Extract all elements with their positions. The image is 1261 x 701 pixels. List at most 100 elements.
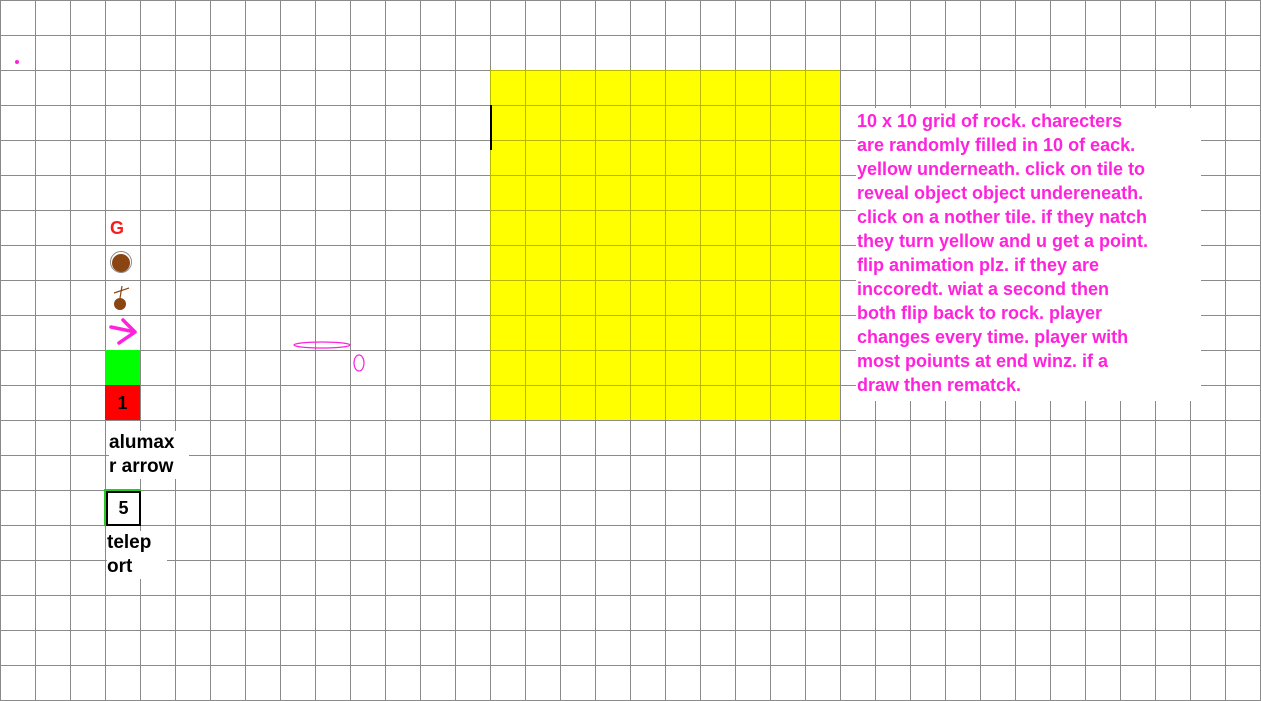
board-tile[interactable] — [595, 350, 630, 385]
board-tile[interactable] — [770, 280, 805, 315]
board-tile[interactable] — [735, 280, 770, 315]
board-tile[interactable] — [525, 105, 560, 140]
board-tile[interactable] — [735, 350, 770, 385]
board-tile[interactable] — [560, 70, 595, 105]
board-tile[interactable] — [595, 175, 630, 210]
board-tile[interactable] — [490, 175, 525, 210]
board-tile[interactable] — [805, 315, 840, 350]
board-tile[interactable] — [770, 385, 805, 420]
board-tile[interactable] — [700, 245, 735, 280]
board-tile[interactable] — [630, 140, 665, 175]
board-tile[interactable] — [595, 210, 630, 245]
board-tile[interactable] — [490, 140, 525, 175]
board-tile[interactable] — [805, 105, 840, 140]
board-tile[interactable] — [700, 210, 735, 245]
board-tile[interactable] — [525, 385, 560, 420]
board-tile[interactable] — [700, 385, 735, 420]
board-tile[interactable] — [560, 385, 595, 420]
board-tile[interactable] — [595, 140, 630, 175]
board-tile[interactable] — [700, 350, 735, 385]
board-tile[interactable] — [700, 315, 735, 350]
board-tile[interactable] — [525, 350, 560, 385]
board-tile[interactable] — [595, 245, 630, 280]
board-tile[interactable] — [805, 175, 840, 210]
board-tile[interactable] — [805, 70, 840, 105]
board-tile[interactable] — [630, 315, 665, 350]
board-tile[interactable] — [525, 140, 560, 175]
board-tile[interactable] — [805, 140, 840, 175]
board-tile[interactable] — [560, 315, 595, 350]
board-tile[interactable] — [630, 175, 665, 210]
board-tile[interactable] — [560, 140, 595, 175]
board-tile[interactable] — [665, 280, 700, 315]
board-tile[interactable] — [490, 315, 525, 350]
board-tile[interactable] — [490, 210, 525, 245]
board-tile[interactable] — [630, 210, 665, 245]
board-tile[interactable] — [630, 245, 665, 280]
board-tile[interactable] — [665, 105, 700, 140]
board-tile[interactable] — [560, 280, 595, 315]
board-tile[interactable] — [735, 210, 770, 245]
board-tile[interactable] — [770, 350, 805, 385]
board-tile[interactable] — [665, 385, 700, 420]
board-tile[interactable] — [805, 210, 840, 245]
board-tile[interactable] — [665, 350, 700, 385]
board-tile[interactable] — [700, 280, 735, 315]
board-tile[interactable] — [700, 105, 735, 140]
board-tile[interactable] — [735, 245, 770, 280]
board-tile[interactable] — [560, 245, 595, 280]
board-tile[interactable] — [630, 350, 665, 385]
board-tile[interactable] — [805, 280, 840, 315]
board-tile[interactable] — [490, 280, 525, 315]
board-tile[interactable] — [735, 175, 770, 210]
board-tile[interactable] — [735, 105, 770, 140]
board-tile[interactable] — [665, 175, 700, 210]
board-tile[interactable] — [805, 245, 840, 280]
board-tile[interactable] — [560, 350, 595, 385]
board-tile[interactable] — [770, 210, 805, 245]
board-tile[interactable] — [630, 385, 665, 420]
board-tile[interactable] — [630, 105, 665, 140]
board-tile[interactable] — [805, 350, 840, 385]
board-tile[interactable] — [700, 140, 735, 175]
board-tile[interactable] — [770, 315, 805, 350]
board-tile[interactable] — [595, 105, 630, 140]
board-tile[interactable] — [665, 315, 700, 350]
board-tile[interactable] — [560, 210, 595, 245]
board-tile[interactable] — [805, 385, 840, 420]
board-tile[interactable] — [665, 210, 700, 245]
board-tile[interactable] — [735, 140, 770, 175]
board-tile[interactable] — [770, 140, 805, 175]
board-tile[interactable] — [770, 70, 805, 105]
board-tile[interactable] — [595, 70, 630, 105]
board-tile[interactable] — [735, 385, 770, 420]
board-tile[interactable] — [490, 350, 525, 385]
board-tile[interactable] — [770, 105, 805, 140]
board-tile[interactable] — [560, 105, 595, 140]
board-tile[interactable] — [525, 70, 560, 105]
board-tile[interactable] — [700, 175, 735, 210]
board-tile[interactable] — [770, 175, 805, 210]
board-tile[interactable] — [525, 210, 560, 245]
board-tile[interactable] — [525, 280, 560, 315]
board-tile[interactable] — [525, 175, 560, 210]
board-tile[interactable] — [595, 280, 630, 315]
board-tile[interactable] — [560, 175, 595, 210]
board-tile[interactable] — [595, 385, 630, 420]
board-tile[interactable] — [665, 140, 700, 175]
board-tile[interactable] — [490, 70, 525, 105]
board-tile[interactable] — [525, 245, 560, 280]
board-tile[interactable] — [700, 70, 735, 105]
board-tile[interactable] — [665, 70, 700, 105]
board-tile[interactable] — [630, 280, 665, 315]
board-tile[interactable] — [595, 315, 630, 350]
board-tile[interactable] — [525, 315, 560, 350]
board-tile[interactable] — [770, 245, 805, 280]
rock-grid[interactable] — [490, 70, 840, 420]
board-tile[interactable] — [630, 70, 665, 105]
board-tile[interactable] — [490, 245, 525, 280]
board-tile[interactable] — [490, 385, 525, 420]
board-tile[interactable] — [735, 315, 770, 350]
board-tile[interactable] — [735, 70, 770, 105]
board-tile[interactable] — [490, 105, 525, 140]
